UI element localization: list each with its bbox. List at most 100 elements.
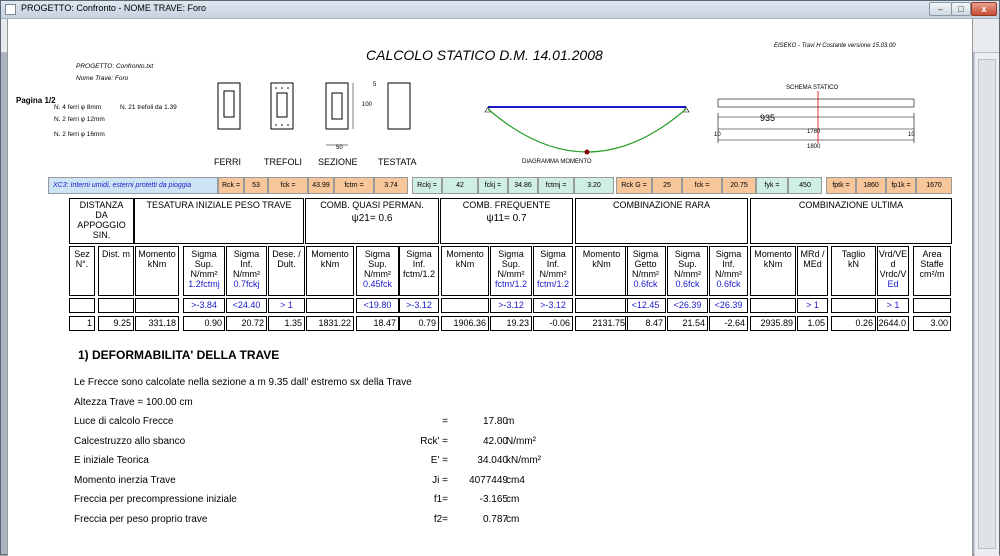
param-value: 450	[788, 177, 822, 194]
column-header-line: Dese. /	[272, 249, 301, 259]
column-header: Sigma Sup. N/mm² 0.45fck	[356, 246, 399, 296]
value-cell: -0.06	[533, 316, 573, 331]
column-header-line: N/mm²	[233, 269, 260, 279]
section-label: SEZIONE	[318, 157, 358, 167]
limit-cell: >-3.84	[183, 298, 225, 313]
deformation-label: Freccia per precompressione iniziale	[74, 494, 237, 505]
column-header-line: Sup.	[194, 259, 214, 269]
column-header: Momento kNm	[441, 246, 489, 296]
deformation-label: Freccia per peso proprio trave	[74, 513, 208, 525]
vertical-scrollbar[interactable]	[974, 53, 999, 556]
column-header-line: fctm/1.2	[402, 269, 435, 279]
report-window: PROGETTO: Confronto - NOME TRAVE: Foro –…	[0, 0, 1000, 556]
limit-cell: <26.39	[709, 298, 748, 313]
column-header-line: Momento	[582, 249, 621, 259]
column-header-line: 0.45fck	[362, 279, 393, 289]
column-header-line: 0.6fck	[633, 279, 658, 289]
deformability-intro: Le Frecce sono calcolate nella sezione a…	[74, 377, 412, 388]
section-label: TREFOLI	[264, 157, 303, 167]
column-header-line: N/mm²	[190, 269, 218, 279]
deformation-label: Luce di calcolo Frecce	[74, 416, 174, 427]
value-cell: 18.47	[356, 316, 399, 331]
column-header: Dese. / Dult.	[268, 246, 305, 296]
section-drawings	[217, 82, 411, 146]
limit-cell: <24.40	[226, 298, 267, 313]
column-header-line: N/mm²	[715, 269, 742, 279]
group-quasi-permanent: COMB. QUASI PERMAN. ψ21= 0.6	[305, 198, 439, 244]
close-button[interactable]: x	[971, 2, 997, 16]
column-header-line: cm²/m	[919, 269, 945, 279]
column-header-line: d	[890, 259, 896, 269]
moment-diagram	[484, 106, 690, 155]
group-label: DISTANZA DA APPOGGIO SIN.	[77, 200, 126, 240]
param-label: fctm =	[334, 177, 374, 194]
group-label: COMBINAZIONE RARA	[612, 200, 710, 210]
value-cell: 1.05	[797, 316, 828, 331]
column-header-line: kNm	[455, 259, 475, 269]
param-value: 34.86	[508, 177, 538, 194]
deformation-value: 42.00	[482, 435, 508, 447]
column-header: Vrd/VE d Vrdc/V Ed	[877, 246, 909, 296]
section-label: FERRI	[214, 157, 241, 167]
value-cell: -2.64	[709, 316, 748, 331]
column-header-line: Sigma	[191, 249, 217, 259]
column-header-line: N/mm²	[497, 269, 525, 279]
column-header: Sigma Inf. N/mm² 0.6fck	[709, 246, 748, 296]
value-cell: 1.35	[268, 316, 305, 331]
title-bar: PROGETTO: Confronto - NOME TRAVE: Foro –…	[1, 1, 999, 18]
column-header-line: fctm/1.2	[494, 279, 527, 289]
column-header-line: 0.7fckj	[233, 279, 260, 289]
deformation-symbol: Rck' =	[420, 435, 448, 447]
psi21-label: ψ21= 0.6	[351, 213, 393, 224]
end-block-drawing	[387, 82, 411, 130]
group-label: COMB. QUASI PERMAN.	[320, 200, 424, 210]
dimension-label: 100	[362, 102, 373, 108]
deformation-unit: N/mm²	[506, 435, 536, 447]
value-cell: 0.79	[399, 316, 439, 331]
limit-cell	[306, 298, 354, 313]
limit-cell: > 1	[268, 298, 305, 313]
deformation-unit: kN/mm²	[506, 455, 541, 466]
app-icon	[5, 4, 16, 15]
column-header: Dist. m	[98, 246, 134, 296]
column-header-line: N°.	[75, 259, 89, 269]
column-header-line: fctm/1.2	[536, 279, 569, 289]
param-value: 43.99	[308, 177, 334, 194]
value-cell: 1	[69, 316, 95, 331]
param-value: 25	[652, 177, 682, 194]
param-label: fptk =	[826, 177, 856, 194]
param-value: 20.75	[722, 177, 756, 194]
column-header-line: MEd	[803, 259, 822, 269]
column-header-line: Sigma	[498, 249, 524, 259]
param-label: fp1k =	[886, 177, 916, 194]
value-cell: 9.25	[98, 316, 134, 331]
limit-cell	[575, 298, 628, 313]
column-header-line: Sup.	[501, 259, 521, 269]
scheme-left-label: 10	[714, 132, 721, 138]
param-label: Rckj =	[412, 177, 442, 194]
column-header: Momento kNm	[750, 246, 796, 296]
scrollbar-thumb[interactable]	[978, 59, 996, 549]
limit-cell: <26.39	[667, 298, 708, 313]
value-cell: 20.72	[226, 316, 267, 331]
maximize-button[interactable]: □	[951, 2, 971, 16]
static-scheme-drawing	[717, 91, 915, 143]
column-header-line: Sigma	[406, 249, 432, 259]
deformation-label: E iniziale Teorica	[74, 455, 149, 466]
group-label: TESATURA INIZIALE PESO TRAVE	[146, 200, 292, 210]
value-cell: 8.47	[625, 316, 666, 331]
limit-cell: <19.80	[356, 298, 399, 313]
column-header-line: kNm	[147, 259, 167, 269]
column-header-line: Inf.	[722, 259, 735, 269]
deformation-symbol: Ji =	[432, 474, 448, 486]
value-cell: 0.26	[831, 316, 876, 331]
column-header-line: Dist. m	[102, 249, 130, 259]
column-header: Taglio kN	[831, 246, 876, 296]
minimize-button[interactable]: –	[929, 2, 952, 16]
param-label: fck =	[682, 177, 722, 194]
column-header-line: Momento	[446, 249, 484, 259]
column-header-line: Taglio	[841, 249, 866, 259]
limit-cell: >-3.12	[533, 298, 573, 313]
column-header-line: Sigma	[364, 249, 391, 259]
scheme-mid-label: 1780	[807, 129, 821, 135]
